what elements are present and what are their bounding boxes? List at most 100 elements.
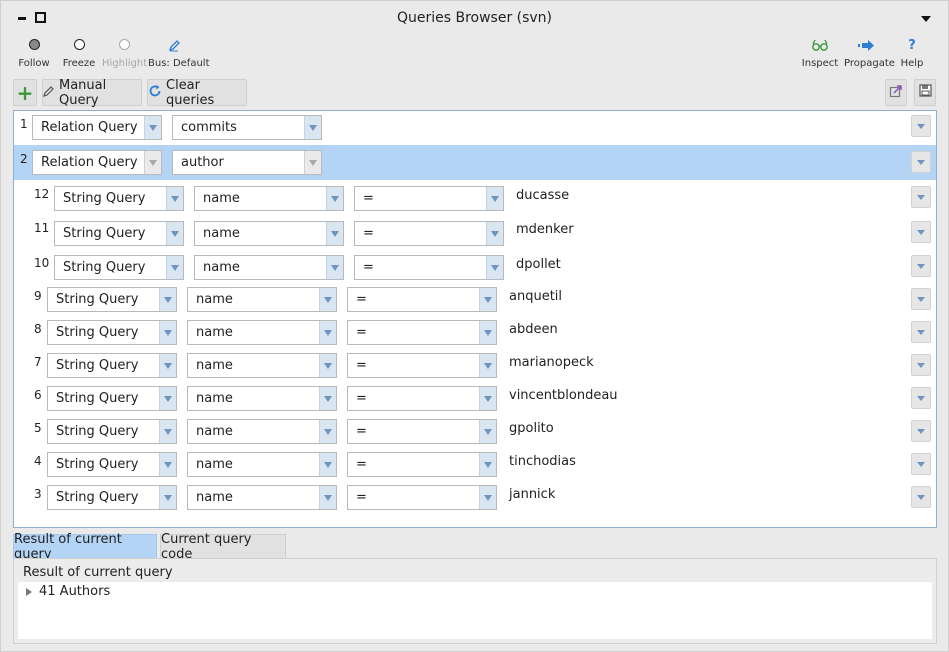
- row-menu-button[interactable]: [911, 420, 931, 442]
- field-dropdown[interactable]: name: [194, 186, 344, 211]
- row-menu-button[interactable]: [911, 387, 931, 409]
- follow-radio-icon: [28, 39, 40, 50]
- query-row[interactable]: 1 Relation Query commits: [14, 111, 936, 145]
- window-title: Queries Browser (svn): [396, 10, 553, 26]
- field-dropdown[interactable]: name: [187, 386, 337, 411]
- query-row-selected[interactable]: 2 Relation Query author: [14, 145, 936, 180]
- query-value[interactable]: abdeen: [509, 322, 558, 337]
- query-type-dropdown[interactable]: String Query: [47, 320, 177, 345]
- result-item[interactable]: 41 Authors: [39, 584, 110, 599]
- chevron-down-icon: [479, 354, 496, 377]
- chevron-down-icon: [304, 116, 321, 139]
- help-button[interactable]: ? Help: [890, 39, 934, 69]
- query-value[interactable]: dpollet: [516, 257, 561, 272]
- operator-dropdown[interactable]: =: [354, 186, 504, 211]
- row-menu-button[interactable]: [911, 288, 931, 310]
- row-menu-button[interactable]: [911, 255, 931, 277]
- field-dropdown[interactable]: name: [187, 452, 337, 477]
- query-type-dropdown[interactable]: String Query: [47, 353, 177, 378]
- query-value[interactable]: marianopeck: [509, 355, 594, 370]
- clear-queries-button[interactable]: Clear queries: [147, 77, 247, 108]
- chevron-down-icon: [319, 420, 336, 443]
- query-value[interactable]: mdenker: [516, 222, 574, 237]
- queries-browser-window: Queries Browser (svn) Follow Freeze High…: [0, 0, 949, 652]
- tab-current-query-code[interactable]: Current query code: [160, 532, 286, 562]
- field-dropdown[interactable]: name: [187, 485, 337, 510]
- highlight-button[interactable]: Highlight: [102, 39, 147, 69]
- query-type-dropdown[interactable]: String Query: [47, 485, 177, 510]
- operator-dropdown[interactable]: =: [347, 353, 497, 378]
- export-button[interactable]: [885, 79, 907, 106]
- relation-dropdown[interactable]: commits: [172, 115, 322, 140]
- chevron-down-icon: [159, 486, 176, 509]
- query-row[interactable]: 10 String Query name = dpollet: [14, 250, 936, 283]
- freeze-button[interactable]: Freeze: [57, 39, 101, 69]
- query-type-dropdown[interactable]: String Query: [47, 287, 177, 312]
- field-dropdown[interactable]: name: [187, 320, 337, 345]
- field-dropdown[interactable]: name: [194, 255, 344, 280]
- operator-dropdown[interactable]: =: [347, 320, 497, 345]
- query-row[interactable]: 4 String Query name = tinchodias: [14, 448, 936, 481]
- chevron-down-icon: [159, 387, 176, 410]
- row-menu-button[interactable]: [911, 221, 931, 243]
- query-row[interactable]: 9 String Query name = anquetil: [14, 283, 936, 316]
- row-menu-button[interactable]: [911, 486, 931, 508]
- operator-dropdown[interactable]: =: [347, 287, 497, 312]
- row-menu-button[interactable]: [911, 186, 931, 208]
- operator-dropdown[interactable]: =: [347, 386, 497, 411]
- chevron-down-icon: [159, 453, 176, 476]
- query-row[interactable]: 3 String Query name = jannick: [14, 481, 936, 514]
- operator-dropdown[interactable]: =: [347, 452, 497, 477]
- query-row[interactable]: 12 String Query name = ducasse: [14, 180, 936, 215]
- add-query-button[interactable]: +: [13, 79, 37, 106]
- query-value[interactable]: ducasse: [516, 188, 569, 203]
- field-dropdown[interactable]: name: [187, 287, 337, 312]
- query-type-dropdown[interactable]: String Query: [47, 386, 177, 411]
- manual-query-button[interactable]: Manual Query: [42, 78, 142, 108]
- query-type-dropdown[interactable]: Relation Query: [32, 150, 162, 175]
- query-type-dropdown[interactable]: String Query: [54, 255, 184, 280]
- row-menu-button[interactable]: [911, 151, 931, 173]
- query-row[interactable]: 5 String Query name = gpolito: [14, 415, 936, 448]
- query-type-dropdown[interactable]: String Query: [47, 419, 177, 444]
- query-row[interactable]: 8 String Query name = abdeen: [14, 316, 936, 349]
- tab-result-of-current-query[interactable]: Result of current query: [13, 532, 157, 562]
- query-row[interactable]: 6 String Query name = vincentblondeau: [14, 382, 936, 415]
- row-menu-button[interactable]: [911, 354, 931, 376]
- query-number: 1: [20, 117, 28, 131]
- field-dropdown[interactable]: name: [187, 353, 337, 378]
- clear-queries-label: Clear queries: [166, 77, 215, 108]
- operator-dropdown[interactable]: =: [347, 419, 497, 444]
- operator-dropdown[interactable]: =: [354, 221, 504, 246]
- propagate-button[interactable]: Propagate: [844, 39, 895, 69]
- pencil-icon: [148, 39, 200, 52]
- follow-button[interactable]: Follow: [12, 39, 56, 69]
- save-button[interactable]: [914, 79, 936, 106]
- query-row[interactable]: 7 String Query name = marianopeck: [14, 349, 936, 382]
- query-type-dropdown[interactable]: String Query: [47, 452, 177, 477]
- query-value[interactable]: gpolito: [509, 421, 554, 436]
- query-type-dropdown[interactable]: Relation Query: [32, 115, 162, 140]
- query-value[interactable]: vincentblondeau: [509, 388, 618, 403]
- inspect-button[interactable]: Inspect: [798, 39, 842, 69]
- query-type-dropdown[interactable]: String Query: [54, 186, 184, 211]
- query-row[interactable]: 11 String Query name = mdenker: [14, 215, 936, 250]
- query-value[interactable]: jannick: [509, 487, 555, 502]
- window-menu-icon[interactable]: [921, 16, 931, 22]
- bus-button[interactable]: Bus: Default: [148, 39, 210, 69]
- row-menu-button[interactable]: [911, 321, 931, 343]
- row-menu-button[interactable]: [911, 453, 931, 475]
- operator-dropdown[interactable]: =: [347, 485, 497, 510]
- result-pane: Result of current query 41 Authors: [13, 558, 937, 644]
- field-dropdown[interactable]: name: [194, 221, 344, 246]
- row-menu-button[interactable]: [911, 115, 931, 137]
- relation-dropdown[interactable]: author: [172, 150, 322, 175]
- inspect-glasses-icon: [798, 39, 842, 52]
- field-dropdown[interactable]: name: [187, 419, 337, 444]
- query-value[interactable]: anquetil: [509, 289, 562, 304]
- operator-dropdown[interactable]: =: [354, 255, 504, 280]
- expand-triangle-icon[interactable]: [26, 588, 32, 596]
- query-type-dropdown[interactable]: String Query: [54, 221, 184, 246]
- result-header: Result of current query: [23, 565, 173, 580]
- query-value[interactable]: tinchodias: [509, 454, 576, 469]
